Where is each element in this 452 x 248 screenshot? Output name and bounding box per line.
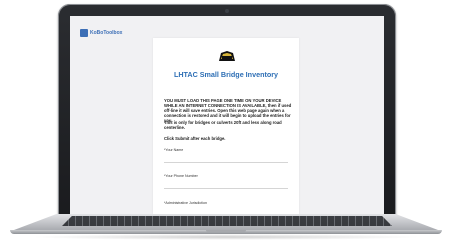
phone-number-label: *Your Phone Number bbox=[164, 174, 198, 178]
lhtac-logo-icon bbox=[219, 51, 235, 61]
form-container: LHTAC Small Bridge Inventory YOU MUST LO… bbox=[153, 38, 299, 214]
form-scope-note: This is only for bridges or culverts 20f… bbox=[164, 120, 282, 131]
brand-name[interactable]: KoBoToolbox bbox=[90, 29, 122, 37]
laptop-notch bbox=[206, 230, 246, 232]
site-header: KoBoToolbox bbox=[80, 28, 122, 38]
form-title: LHTAC Small Bridge Inventory bbox=[173, 70, 279, 79]
laptop-screen: KoBoToolbox LHTAC Small Bridge Inventory… bbox=[70, 16, 384, 214]
kobo-logo-icon bbox=[80, 29, 88, 37]
jurisdiction-label: *Administrative Jurisdiction bbox=[164, 201, 207, 205]
webcam-icon bbox=[225, 9, 229, 13]
your-name-label: *Your Name bbox=[164, 148, 184, 152]
your-name-input[interactable] bbox=[164, 162, 288, 163]
form-submit-note: Click Submit after each bridge. bbox=[164, 136, 226, 141]
laptop-shadow bbox=[30, 234, 422, 240]
phone-number-input[interactable] bbox=[164, 188, 288, 189]
keyboard bbox=[62, 216, 392, 226]
